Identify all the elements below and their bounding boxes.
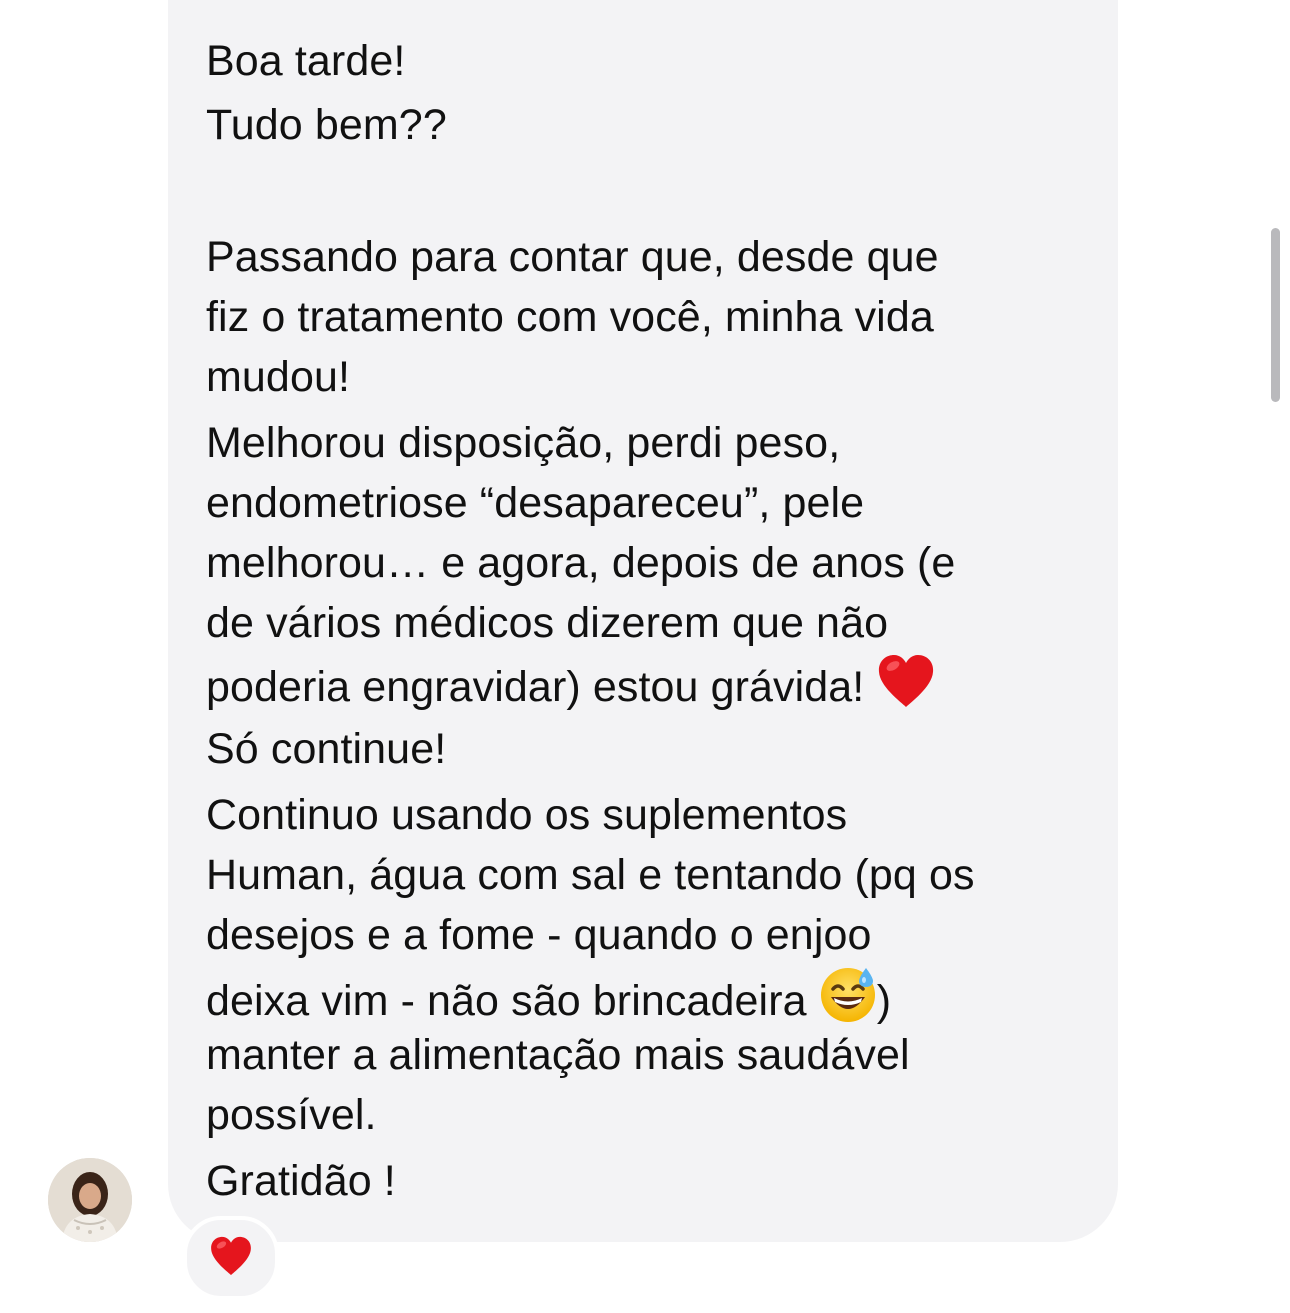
message-line: Passando para contar que, desde que <box>206 233 939 281</box>
sender-avatar[interactable] <box>48 1158 132 1242</box>
message-line: Continuo usando os suplementos <box>206 791 848 839</box>
vertical-scrollbar[interactable] <box>1271 228 1280 402</box>
message-line: manter a alimentação mais saudável <box>206 1031 910 1079</box>
message-line: endometriose “desapareceu”, pele <box>206 479 865 527</box>
message-line: Tudo bem?? <box>206 101 447 149</box>
message-line: melhorou… e agora, depois de anos (e <box>206 539 956 587</box>
message-line: fiz o tratamento com você, minha vida <box>206 293 934 341</box>
avatar-photo-icon <box>48 1158 132 1242</box>
message-line: Gratidão ! <box>206 1157 396 1205</box>
message-line: Só continue! <box>206 725 447 773</box>
message-line: Human, água com sal e tentando (pq os <box>206 851 975 899</box>
message-line-text: ) <box>876 977 892 1025</box>
message-line-text: deixa vim - não são brincadeira <box>206 977 807 1025</box>
red-heart-icon <box>209 1235 253 1282</box>
message-line: Melhorou disposição, perdi peso, <box>206 419 841 467</box>
message-line: possível. <box>206 1091 377 1139</box>
red-heart-icon <box>876 653 936 725</box>
message-line: desejos e a fome - quando o enjoo <box>206 911 872 959</box>
message-line: Boa tarde! <box>206 37 406 85</box>
reaction-badge[interactable] <box>183 1216 279 1300</box>
message-line: de vários médicos dizerem que não <box>206 599 889 647</box>
message-line: mudou! <box>206 353 351 401</box>
message-line-with-heart: poderia engravidar) estou grávida! <box>206 653 936 725</box>
message-line-text: poderia engravidar) estou grávida! <box>206 663 865 711</box>
